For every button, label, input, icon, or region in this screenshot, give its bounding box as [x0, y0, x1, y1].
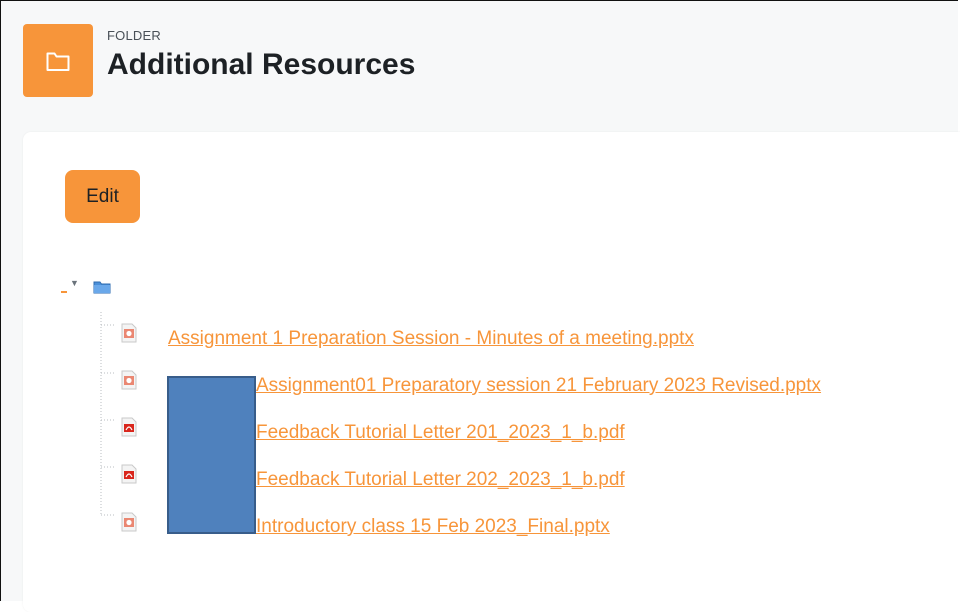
chevron-down-icon[interactable]: ▼ [70, 278, 79, 288]
powerpoint-icon [120, 323, 138, 343]
pdf-icon [120, 417, 138, 437]
file-link[interactable]: Assignment01 Preparatory session 21 Febr… [256, 375, 821, 397]
powerpoint-icon [120, 370, 138, 390]
edit-button[interactable]: Edit [65, 170, 140, 223]
activity-type-label: FOLDER [107, 28, 161, 43]
powerpoint-icon [120, 512, 138, 532]
folder-content-card: Edit ▼ [23, 132, 960, 612]
pdf-icon [120, 464, 138, 484]
redaction-box [167, 376, 256, 534]
file-link[interactable]: Feedback Tutorial Letter 202_2023_1_b.pd… [256, 469, 625, 491]
folder-icon [93, 280, 111, 299]
file-link[interactable]: Introductory class 15 Feb 2023_Final.ppt… [256, 516, 610, 538]
page-title: Additional Resources [107, 48, 416, 81]
file-link[interactable]: Feedback Tutorial Letter 201_2023_1_b.pd… [256, 422, 625, 444]
focus-marker [61, 291, 67, 293]
activity-header: FOLDER Additional Resources [20, 24, 940, 98]
tree-root[interactable]: ▼ [61, 277, 121, 297]
file-link[interactable]: Assignment 1 Preparation Session - Minut… [168, 328, 694, 350]
folder-icon [23, 24, 93, 97]
